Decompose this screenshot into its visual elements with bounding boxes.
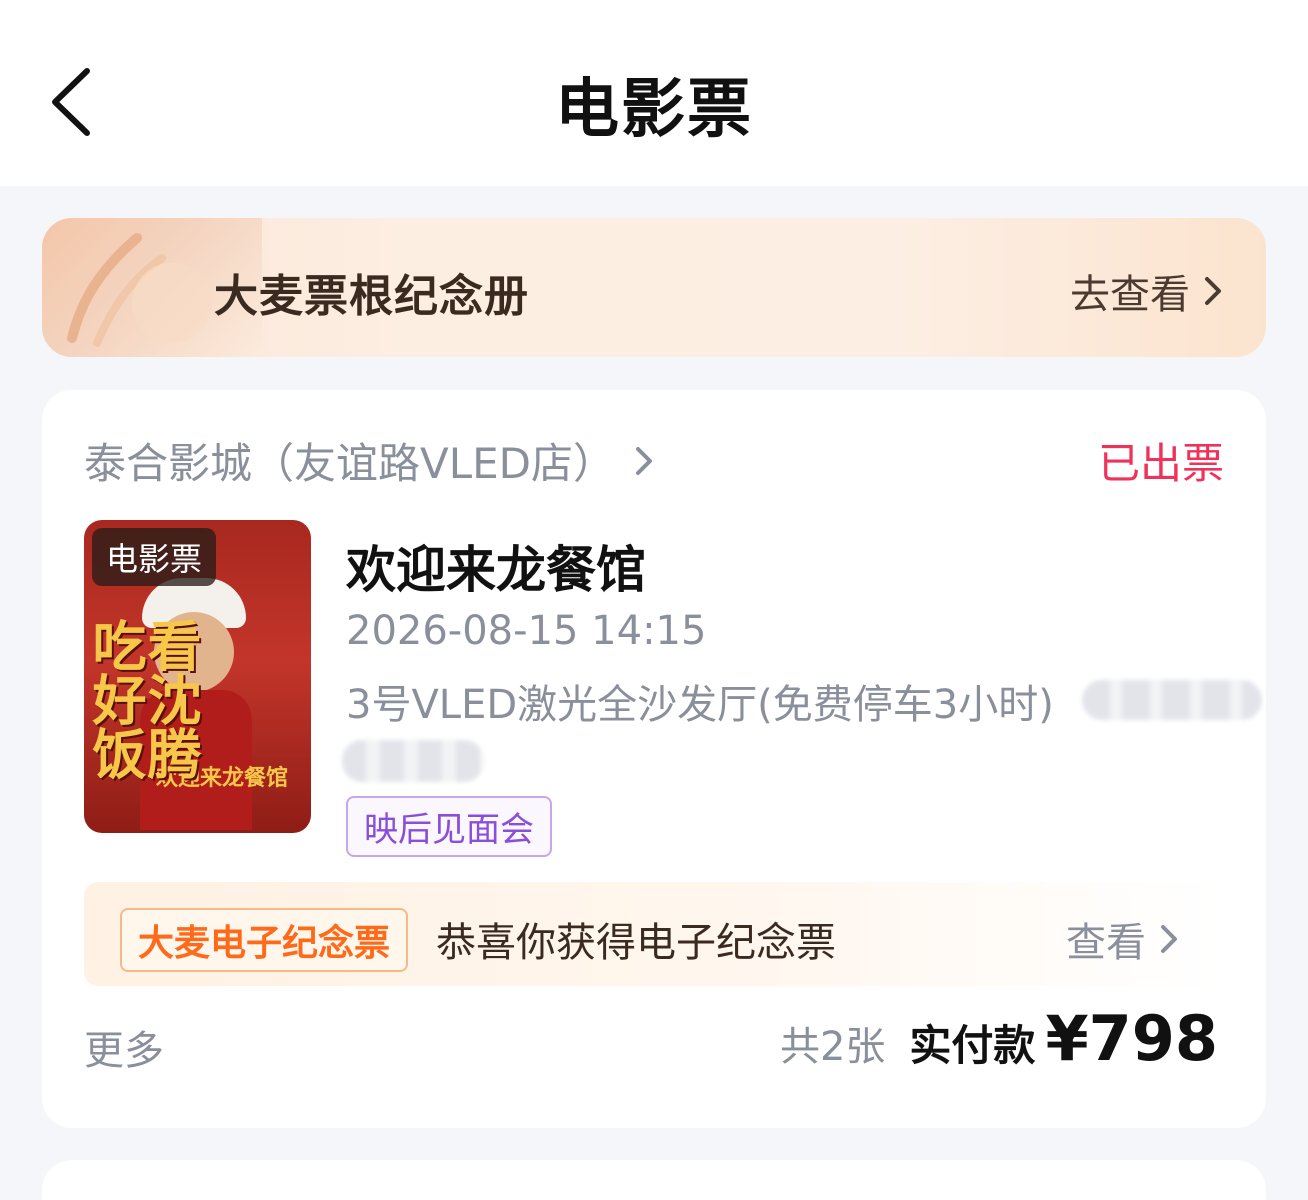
poster-type-tag: 电影票	[92, 528, 217, 586]
memorial-view-label: 查看	[1066, 920, 1146, 966]
poster-right-slogan: 看沈腾	[138, 618, 201, 780]
order-status: 已出票	[1097, 439, 1224, 488]
album-view-label: 去查看	[1070, 272, 1190, 318]
ticket-count: 共2张	[779, 1024, 886, 1070]
album-view-link[interactable]: 去查看	[1070, 262, 1222, 320]
payment-summary: 共2张 实付款 ¥798	[780, 1002, 1218, 1075]
page-title: 电影票	[555, 73, 753, 147]
chevron-right-icon	[1205, 277, 1221, 305]
paid-label: 实付款	[909, 1021, 1036, 1070]
order-card[interactable]: 泰合影城（友谊路VLED店） 已出票 欢迎来龙餐馆 吃好饭 看沈腾 电影票 欢迎…	[42, 390, 1266, 1128]
redacted-seat-info	[1082, 680, 1262, 720]
ticket-album-banner[interactable]: 大麦票根纪念册 去查看	[42, 218, 1266, 357]
chevron-right-icon	[636, 446, 653, 475]
movie-title: 欢迎来龙餐馆	[346, 541, 646, 599]
paid-amount: ¥798	[1045, 1002, 1218, 1075]
hall-info: 3号VLED激光全沙发厅(免费停车3小时)	[346, 682, 1054, 728]
next-order-card	[42, 1160, 1266, 1200]
event-tag: 映后见面会	[346, 796, 552, 857]
memorial-message: 恭喜你获得电子纪念票	[436, 920, 836, 966]
cinema-name: 泰合影城（友谊路VLED店）	[84, 439, 616, 488]
album-title: 大麦票根纪念册	[214, 271, 529, 322]
top-bar: 电影票	[0, 0, 1308, 186]
show-time: 2026-08-15 14:15	[346, 608, 707, 654]
memorial-view-link[interactable]: 查看	[1066, 910, 1178, 968]
more-button[interactable]: 更多	[84, 1018, 164, 1076]
movie-poster[interactable]: 欢迎来龙餐馆 吃好饭 看沈腾 电影票	[84, 520, 311, 833]
redacted-seat-info-2	[342, 740, 484, 782]
memorial-ticket-strip[interactable]: 大麦电子纪念票 恭喜你获得电子纪念票 查看	[84, 882, 1224, 986]
chevron-right-icon	[1161, 925, 1177, 953]
cinema-link[interactable]: 泰合影城（友谊路VLED店）	[84, 430, 653, 491]
memorial-badge: 大麦电子纪念票	[120, 908, 409, 972]
